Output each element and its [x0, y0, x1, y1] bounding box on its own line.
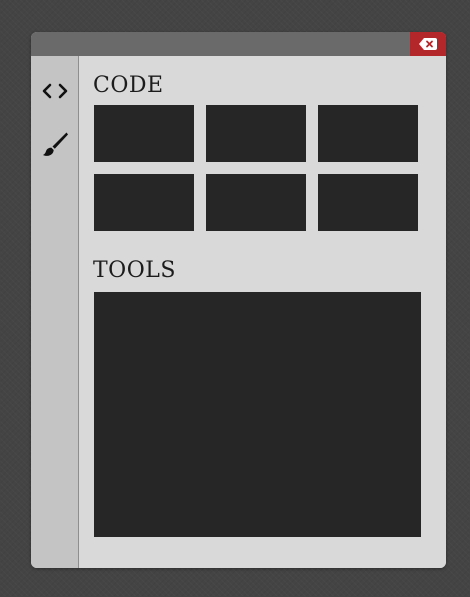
sidebar [31, 56, 79, 568]
code-tile[interactable] [206, 174, 306, 231]
code-tile[interactable] [206, 105, 306, 162]
main-panel: CODE TOOLS [79, 56, 446, 568]
paintbrush-icon [42, 132, 68, 156]
tools-panel[interactable] [94, 292, 421, 537]
titlebar[interactable] [31, 32, 446, 56]
code-tile[interactable] [94, 105, 194, 162]
close-icon [419, 38, 437, 50]
app-window: CODE TOOLS [31, 32, 446, 568]
code-tile[interactable] [94, 174, 194, 231]
section-title-tools: TOOLS [93, 258, 176, 283]
code-grid [94, 105, 419, 231]
sidebar-item-tools[interactable] [31, 128, 78, 160]
sidebar-item-code[interactable] [31, 75, 78, 107]
section-title-code: CODE [93, 73, 164, 98]
code-brackets-icon [42, 83, 67, 99]
code-tile[interactable] [318, 174, 418, 231]
code-tile[interactable] [318, 105, 418, 162]
close-button[interactable] [410, 32, 446, 56]
